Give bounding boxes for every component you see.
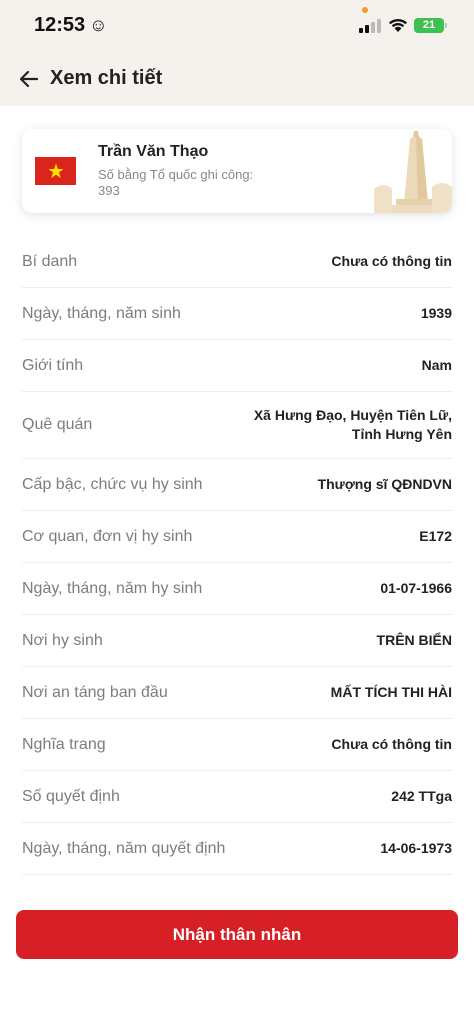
certificate-number: 393 — [98, 183, 120, 198]
detail-value-line1: Xã Hưng Đạo, Huyện Tiên Lữ, — [253, 407, 452, 423]
privacy-indicator-icon — [362, 7, 368, 13]
detail-label: Cấp bậc, chức vụ hy sinh — [22, 475, 203, 493]
detail-label: Số quyết định — [22, 787, 120, 805]
detail-row-rank: Cấp bậc, chức vụ hy sinh Thượng sĩ QĐNDV… — [22, 459, 452, 511]
flag-star-icon — [48, 163, 64, 178]
detail-row-death-date: Ngày, tháng, năm hy sinh 01-07-1966 — [22, 563, 452, 615]
cellular-signal-icon — [359, 19, 381, 33]
detail-label: Cơ quan, đơn vị hy sinh — [22, 527, 193, 545]
detail-label: Nơi hy sinh — [22, 631, 103, 649]
back-button[interactable] — [14, 64, 44, 94]
vietnam-flag-icon — [35, 157, 76, 185]
wifi-icon — [389, 18, 407, 32]
status-bar: 12:53 ☺ 21 — [0, 0, 474, 54]
detail-value: Chưa có thông tin — [331, 736, 452, 752]
profile-certificate: Số bằng Tổ quốc ghi công: 393 — [98, 167, 298, 199]
detail-row-alias: Bí danh Chưa có thông tin — [22, 236, 452, 288]
detail-value: MẤT TÍCH THI HÀI — [330, 684, 452, 700]
profile-name: Trần Văn Thạo — [98, 143, 209, 160]
detail-row-initial-burial: Nơi an táng ban đầu MẤT TÍCH THI HÀI — [22, 667, 452, 719]
detail-row-cemetery: Nghĩa trang Chưa có thông tin — [22, 719, 452, 771]
claim-relative-button[interactable]: Nhận thân nhân — [16, 910, 458, 959]
detail-value: E172 — [419, 528, 452, 544]
monument-illustration-icon — [374, 131, 452, 213]
page-title: Xem chi tiết — [50, 67, 163, 89]
smiley-icon: ☺ — [89, 15, 108, 35]
profile-card: Trần Văn Thạo Số bằng Tổ quốc ghi công: … — [22, 129, 452, 213]
battery-icon: 21 — [414, 18, 444, 33]
arrow-left-icon — [19, 70, 39, 88]
detail-value: Thượng sĩ QĐNDVN — [317, 476, 452, 492]
detail-row-decision-date: Ngày, tháng, năm quyết định 14-06-1973 — [22, 823, 452, 875]
detail-label: Ngày, tháng, năm hy sinh — [22, 579, 203, 597]
detail-label: Bí danh — [22, 252, 78, 270]
battery-nub — [445, 23, 447, 28]
detail-value: Xã Hưng Đạo, Huyện Tiên Lữ, Tỉnh Hưng Yê… — [254, 406, 452, 444]
detail-row-death-place: Nơi hy sinh TRÊN BIỂN — [22, 615, 452, 667]
detail-label: Ngày, tháng, năm quyết định — [22, 839, 226, 857]
detail-row-unit: Cơ quan, đơn vị hy sinh E172 — [22, 511, 452, 563]
detail-row-decision-number: Số quyết định 242 TTga — [22, 771, 452, 823]
detail-value: TRÊN BIỂN — [376, 632, 452, 648]
certificate-label: Số bằng Tổ quốc ghi công: — [98, 167, 254, 182]
detail-label: Nơi an táng ban đầu — [22, 683, 168, 701]
status-time: 12:53 ☺ — [34, 14, 108, 37]
details-list: Bí danh Chưa có thông tin Ngày, tháng, n… — [22, 236, 452, 896]
detail-value: Nam — [421, 357, 452, 373]
detail-value: Chưa có thông tin — [331, 253, 452, 269]
detail-value: 01-07-1966 — [380, 580, 452, 596]
detail-value: 1939 — [420, 305, 452, 321]
detail-row-birth: Ngày, tháng, năm sinh 1939 — [22, 288, 452, 340]
detail-row-hometown: Quê quán Xã Hưng Đạo, Huyện Tiên Lữ, Tỉn… — [22, 392, 452, 459]
detail-label: Giới tính — [22, 356, 84, 374]
detail-label: Ngày, tháng, năm sinh — [22, 304, 181, 322]
detail-label: Nghĩa trang — [22, 735, 106, 753]
status-time-text: 12:53 — [34, 14, 86, 36]
detail-row-gender: Giới tính Nam — [22, 340, 452, 392]
detail-value: 14-06-1973 — [380, 840, 452, 856]
detail-value-line2: Tỉnh Hưng Yên — [351, 426, 452, 442]
detail-value: 242 TTga — [391, 788, 452, 804]
detail-label: Quê quán — [22, 416, 93, 433]
